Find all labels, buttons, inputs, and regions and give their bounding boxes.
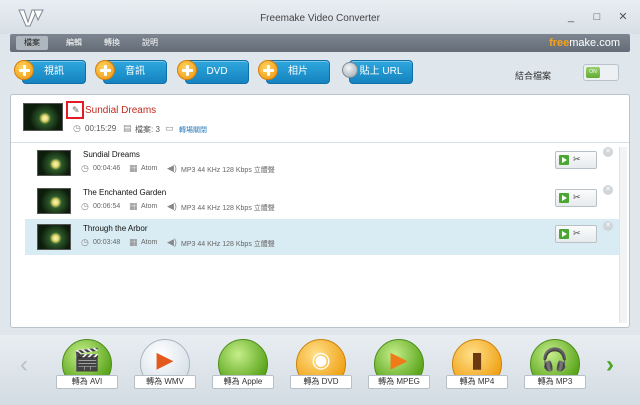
file-duration: 00:04:46 (93, 165, 121, 172)
merge-files-toggle[interactable]: ON (583, 64, 619, 81)
film-icon: ▦ (129, 163, 138, 173)
film-icon: ▦ (129, 237, 138, 247)
file-title: The Enchanted Garden (83, 188, 167, 197)
menu-edit[interactable]: 編輯 (58, 36, 90, 50)
video-thumbnail (23, 103, 63, 131)
plus-icon (14, 60, 34, 80)
scissors-icon: ✂ (573, 192, 581, 202)
clock-icon: ◷ (81, 201, 89, 211)
speaker-icon: ◀) (167, 237, 177, 247)
remove-file-button[interactable]: ✕ (603, 185, 613, 195)
video-thumbnail (37, 224, 71, 250)
video-codec: Atom (141, 203, 158, 210)
convert-apple-label: 轉為 Apple (212, 375, 274, 389)
video-thumbnail (37, 150, 71, 176)
next-arrow-button[interactable]: › (606, 353, 614, 377)
convert-avi-label: 轉為 AVI (56, 375, 118, 389)
minimize-button[interactable]: _ (564, 10, 578, 24)
file-title: Through the Arbor (83, 224, 148, 233)
convert-dvd-button[interactable]: ◉ 轉為 DVD (290, 339, 352, 395)
file-duration: 00:03:48 (93, 239, 121, 246)
speaker-icon: ◀) (167, 163, 177, 173)
video-thumbnail (37, 188, 71, 214)
transition-icon: ▭ (165, 123, 174, 133)
transition-link[interactable]: 轉場關閉 (179, 125, 207, 135)
file-duration: 00:06:54 (93, 203, 121, 210)
close-button[interactable]: ✕ (616, 10, 630, 24)
remove-file-button[interactable]: ✕ (603, 147, 613, 157)
file-row[interactable]: Sundial Dreams ◷ 00:04:46 ▦ Atom ◀) MP3 … (25, 145, 619, 181)
remove-file-button[interactable]: ✕ (603, 221, 613, 231)
convert-mp3-label: 轉為 MP3 (524, 375, 586, 389)
convert-mp4-label: 轉為 MP4 (446, 375, 508, 389)
audio-info: MP3 44 KHz 128 Kbps 立體聲 (181, 205, 275, 212)
file-title: Sundial Dreams (83, 150, 140, 159)
menu-help[interactable]: 說明 (134, 36, 166, 50)
film-icon: ▦ (129, 201, 138, 211)
scissors-icon: ✂ (573, 228, 581, 238)
convert-mp4-button[interactable]: ▮ 轉為 MP4 (446, 339, 508, 395)
output-options-button[interactable]: ✂ (555, 225, 597, 243)
merged-group-header[interactable]: ✎ Sundial Dreams ◷ 00:15:29 ▤ 檔案: 3 ▭ 轉場… (11, 95, 629, 143)
file-row[interactable]: The Enchanted Garden ◷ 00:06:54 ▦ Atom ◀… (25, 183, 619, 219)
plus-icon (95, 60, 115, 80)
convert-avi-button[interactable]: 🎬 轉為 AVI (56, 339, 118, 395)
convert-apple-button[interactable]: 轉為 Apple (212, 339, 274, 395)
convert-wmv-label: 轉為 WMV (134, 375, 196, 389)
paste-url-button[interactable]: 貼上 URL (349, 60, 413, 84)
video-codec: Atom (141, 239, 158, 246)
convert-mp3-button[interactable]: 🎧 轉為 MP3 (524, 339, 586, 395)
window-title: Freemake Video Converter (260, 13, 380, 24)
output-options-button[interactable]: ✂ (555, 151, 597, 169)
converter-bar: ‹ 🎬 轉為 AVI ▶ 轉為 WMV 轉為 Apple ◉ 轉為 DVD ▶ … (0, 335, 640, 405)
play-icon (559, 193, 569, 203)
clock-icon: ◷ (81, 237, 89, 247)
group-file-count: 檔案: 3 (135, 125, 160, 134)
plus-icon (258, 60, 278, 80)
file-list-panel: ✎ Sundial Dreams ◷ 00:15:29 ▤ 檔案: 3 ▭ 轉場… (10, 94, 630, 328)
convert-dvd-label: 轉為 DVD (290, 375, 352, 389)
menu-file[interactable]: 檔案 (16, 36, 48, 50)
play-icon (559, 155, 569, 165)
plus-icon (177, 60, 197, 80)
scissors-icon: ✂ (573, 154, 581, 164)
toggle-knob: ON (586, 67, 600, 78)
menu-bar: 檔案 編輯 轉換 說明 freemake.com (10, 34, 630, 52)
speaker-icon: ◀) (167, 201, 177, 211)
clock-icon: ◷ (81, 163, 89, 173)
file-icon: ▤ (123, 123, 132, 133)
group-duration: 00:15:29 (85, 124, 117, 133)
convert-mpeg-button[interactable]: ▶ 轉為 MPEG (368, 339, 430, 395)
video-codec: Atom (141, 165, 158, 172)
clock-icon: ◷ (73, 123, 81, 133)
merge-files-label: 結合檔案 (515, 71, 552, 81)
convert-mpeg-label: 轉為 MPEG (368, 375, 430, 389)
play-icon (559, 229, 569, 239)
audio-info: MP3 44 KHz 128 Kbps 立體聲 (181, 241, 275, 248)
scrollbar[interactable] (619, 147, 627, 323)
menu-convert[interactable]: 轉換 (96, 36, 128, 50)
audio-info: MP3 44 KHz 128 Kbps 立體聲 (181, 167, 275, 174)
maximize-button[interactable]: □ (590, 10, 604, 24)
edit-title-button[interactable]: ✎ (66, 101, 84, 119)
convert-wmv-button[interactable]: ▶ 轉為 WMV (134, 339, 196, 395)
file-row-selected[interactable]: Through the Arbor ◷ 00:03:48 ▦ Atom ◀) M… (25, 219, 619, 255)
prev-arrow-button[interactable]: ‹ (20, 353, 28, 377)
output-options-button[interactable]: ✂ (555, 189, 597, 207)
brand-link[interactable]: freemake.com (549, 36, 620, 50)
pencil-icon: ✎ (72, 105, 80, 115)
title-bar: Freemake Video Converter _ □ ✕ (0, 0, 640, 34)
globe-icon (342, 62, 358, 78)
group-title: Sundial Dreams (85, 105, 157, 116)
